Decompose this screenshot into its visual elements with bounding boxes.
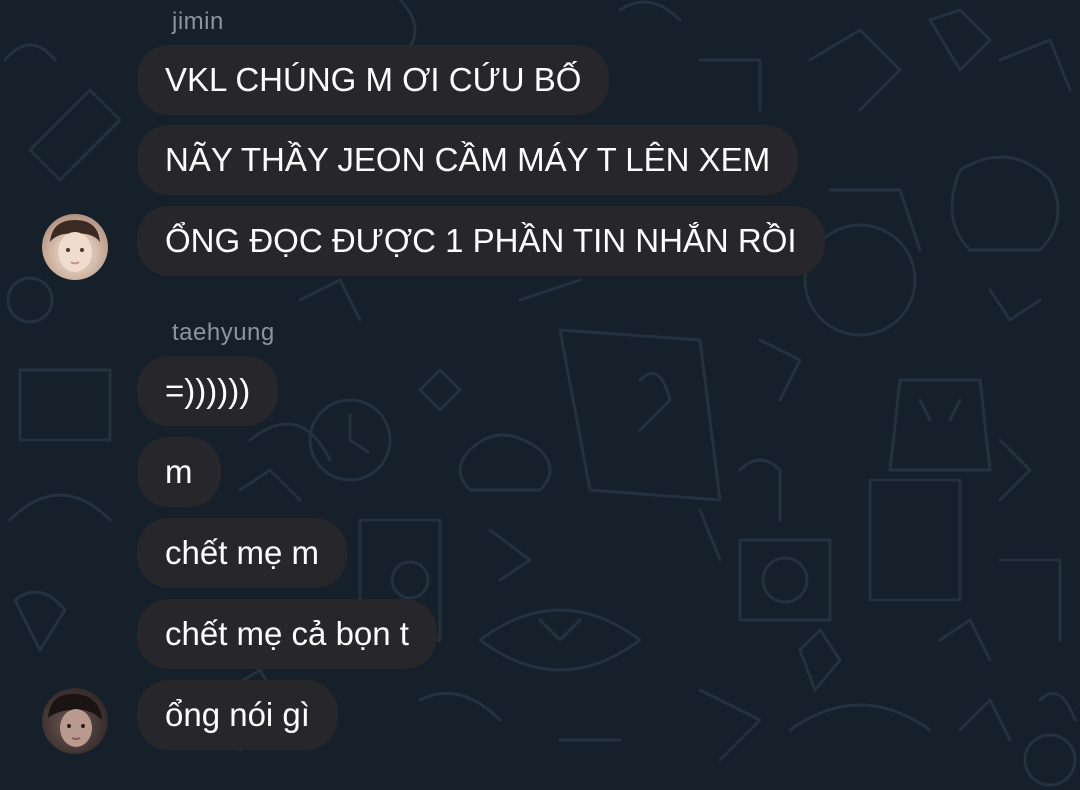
message-bubble[interactable]: NÃY THẦY JEON CẦM MÁY T LÊN XEM: [137, 125, 799, 195]
message-text: chết mẹ m: [165, 534, 320, 571]
message-text: VKL CHÚNG M ƠI CỨU BỐ: [165, 61, 582, 98]
avatar-jimin-icon: [50, 220, 100, 272]
message-bubble[interactable]: ổng nói gì: [137, 680, 338, 750]
message-bubble[interactable]: =)))))): [137, 356, 279, 426]
message-bubble[interactable]: m: [137, 437, 221, 507]
message-text: m: [165, 453, 193, 490]
avatar-taehyung-icon: [48, 693, 102, 747]
message-text: NÃY THẦY JEON CẦM MÁY T LÊN XEM: [165, 141, 771, 178]
sender-name-taehyung: taehyung: [172, 319, 275, 346]
message-text: chết mẹ cả bọn t: [165, 615, 409, 652]
message-text: =)))))): [165, 372, 251, 409]
avatar-taehyung[interactable]: [42, 688, 108, 754]
message-bubble[interactable]: chết mẹ cả bọn t: [137, 599, 437, 669]
message-text: ỔNG ĐỌC ĐƯỢC 1 PHẦN TIN NHẮN RỒI: [165, 222, 797, 259]
message-bubble[interactable]: VKL CHÚNG M ƠI CỨU BỐ: [137, 45, 610, 115]
message-bubble[interactable]: ỔNG ĐỌC ĐƯỢC 1 PHẦN TIN NHẮN RỒI: [137, 206, 825, 276]
sender-name-jimin: jimin: [172, 8, 224, 35]
message-bubble[interactable]: chết mẹ m: [137, 518, 348, 588]
message-text: ổng nói gì: [165, 696, 310, 733]
avatar-jimin[interactable]: [42, 214, 108, 280]
